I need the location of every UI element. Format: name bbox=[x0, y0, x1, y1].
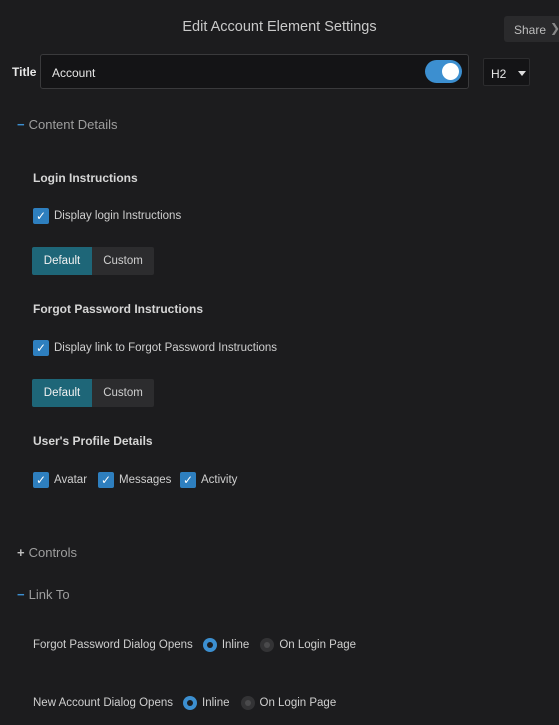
title-visibility-toggle[interactable] bbox=[425, 60, 462, 83]
heading-level-select[interactable]: H2 bbox=[483, 58, 530, 86]
title-label: Title bbox=[12, 65, 37, 79]
radio-label: On Login Page bbox=[259, 697, 337, 709]
section-label: Link To bbox=[28, 587, 70, 602]
expand-icon: + bbox=[17, 545, 25, 560]
dialog-title: Edit Account Element Settings bbox=[182, 19, 377, 35]
login-instructions-mode: Default Custom bbox=[32, 247, 154, 275]
new-account-dialog-label: New Account Dialog Opens bbox=[33, 697, 173, 709]
share-button[interactable]: Share ❯ bbox=[504, 16, 559, 42]
new-account-inline-radio[interactable] bbox=[183, 696, 197, 710]
checkbox-label: Display link to Forgot Password Instruct… bbox=[54, 342, 278, 354]
login-default-button[interactable]: Default bbox=[32, 247, 92, 275]
checkbox-label: Activity bbox=[201, 474, 238, 486]
chevron-right-icon: ❯ bbox=[550, 21, 559, 35]
avatar-checkbox[interactable]: ✓ Avatar bbox=[33, 472, 87, 488]
checkmark-icon: ✓ bbox=[33, 340, 49, 356]
login-custom-button[interactable]: Custom bbox=[92, 247, 154, 275]
radio-label: Inline bbox=[221, 639, 250, 651]
checkbox-label: Display login Instructions bbox=[54, 210, 182, 222]
checkmark-icon: ✓ bbox=[180, 472, 196, 488]
toggle-knob bbox=[442, 63, 459, 80]
share-label: Share bbox=[514, 23, 547, 37]
section-label: Controls bbox=[28, 545, 78, 560]
forgot-password-mode: Default Custom bbox=[32, 379, 154, 407]
messages-checkbox[interactable]: ✓ Messages bbox=[98, 472, 171, 488]
forgot-dialog-label: Forgot Password Dialog Opens bbox=[33, 639, 193, 651]
checkmark-icon: ✓ bbox=[98, 472, 114, 488]
checkbox-label: Avatar bbox=[54, 474, 88, 486]
forgot-default-button[interactable]: Default bbox=[32, 379, 92, 407]
radio-label: Inline bbox=[202, 697, 230, 709]
section-controls[interactable]: + Controls bbox=[17, 545, 77, 560]
new-account-dialog-opens-row: New Account Dialog Opens Inline On Login… bbox=[33, 696, 336, 710]
new-account-login-page-radio[interactable] bbox=[240, 696, 255, 710]
activity-checkbox[interactable]: ✓ Activity bbox=[180, 472, 237, 488]
checkmark-icon: ✓ bbox=[33, 472, 49, 488]
caret-down-icon bbox=[518, 71, 526, 76]
display-login-instructions-checkbox[interactable]: ✓ Display login Instructions bbox=[33, 208, 181, 224]
section-content-details[interactable]: − Content Details bbox=[17, 117, 117, 132]
forgot-dialog-opens-row: Forgot Password Dialog Opens Inline On L… bbox=[33, 638, 356, 652]
forgot-dialog-login-page-radio[interactable] bbox=[260, 638, 275, 652]
display-forgot-password-checkbox[interactable]: ✓ Display link to Forgot Password Instru… bbox=[33, 340, 277, 356]
section-label: Content Details bbox=[28, 117, 118, 132]
profile-details-heading: User's Profile Details bbox=[33, 434, 153, 448]
collapse-icon: − bbox=[17, 117, 25, 132]
heading-level-value: H2 bbox=[491, 67, 507, 81]
collapse-icon: − bbox=[17, 587, 25, 602]
forgot-password-heading: Forgot Password Instructions bbox=[33, 302, 204, 316]
forgot-dialog-inline-radio[interactable] bbox=[202, 638, 217, 652]
login-instructions-heading: Login Instructions bbox=[33, 171, 138, 185]
checkmark-icon: ✓ bbox=[33, 208, 49, 224]
forgot-custom-button[interactable]: Custom bbox=[92, 379, 154, 407]
radio-label: On Login Page bbox=[279, 639, 357, 651]
section-link-to[interactable]: − Link To bbox=[17, 587, 70, 602]
checkbox-label: Messages bbox=[119, 474, 172, 486]
title-input[interactable]: Account bbox=[40, 54, 469, 89]
